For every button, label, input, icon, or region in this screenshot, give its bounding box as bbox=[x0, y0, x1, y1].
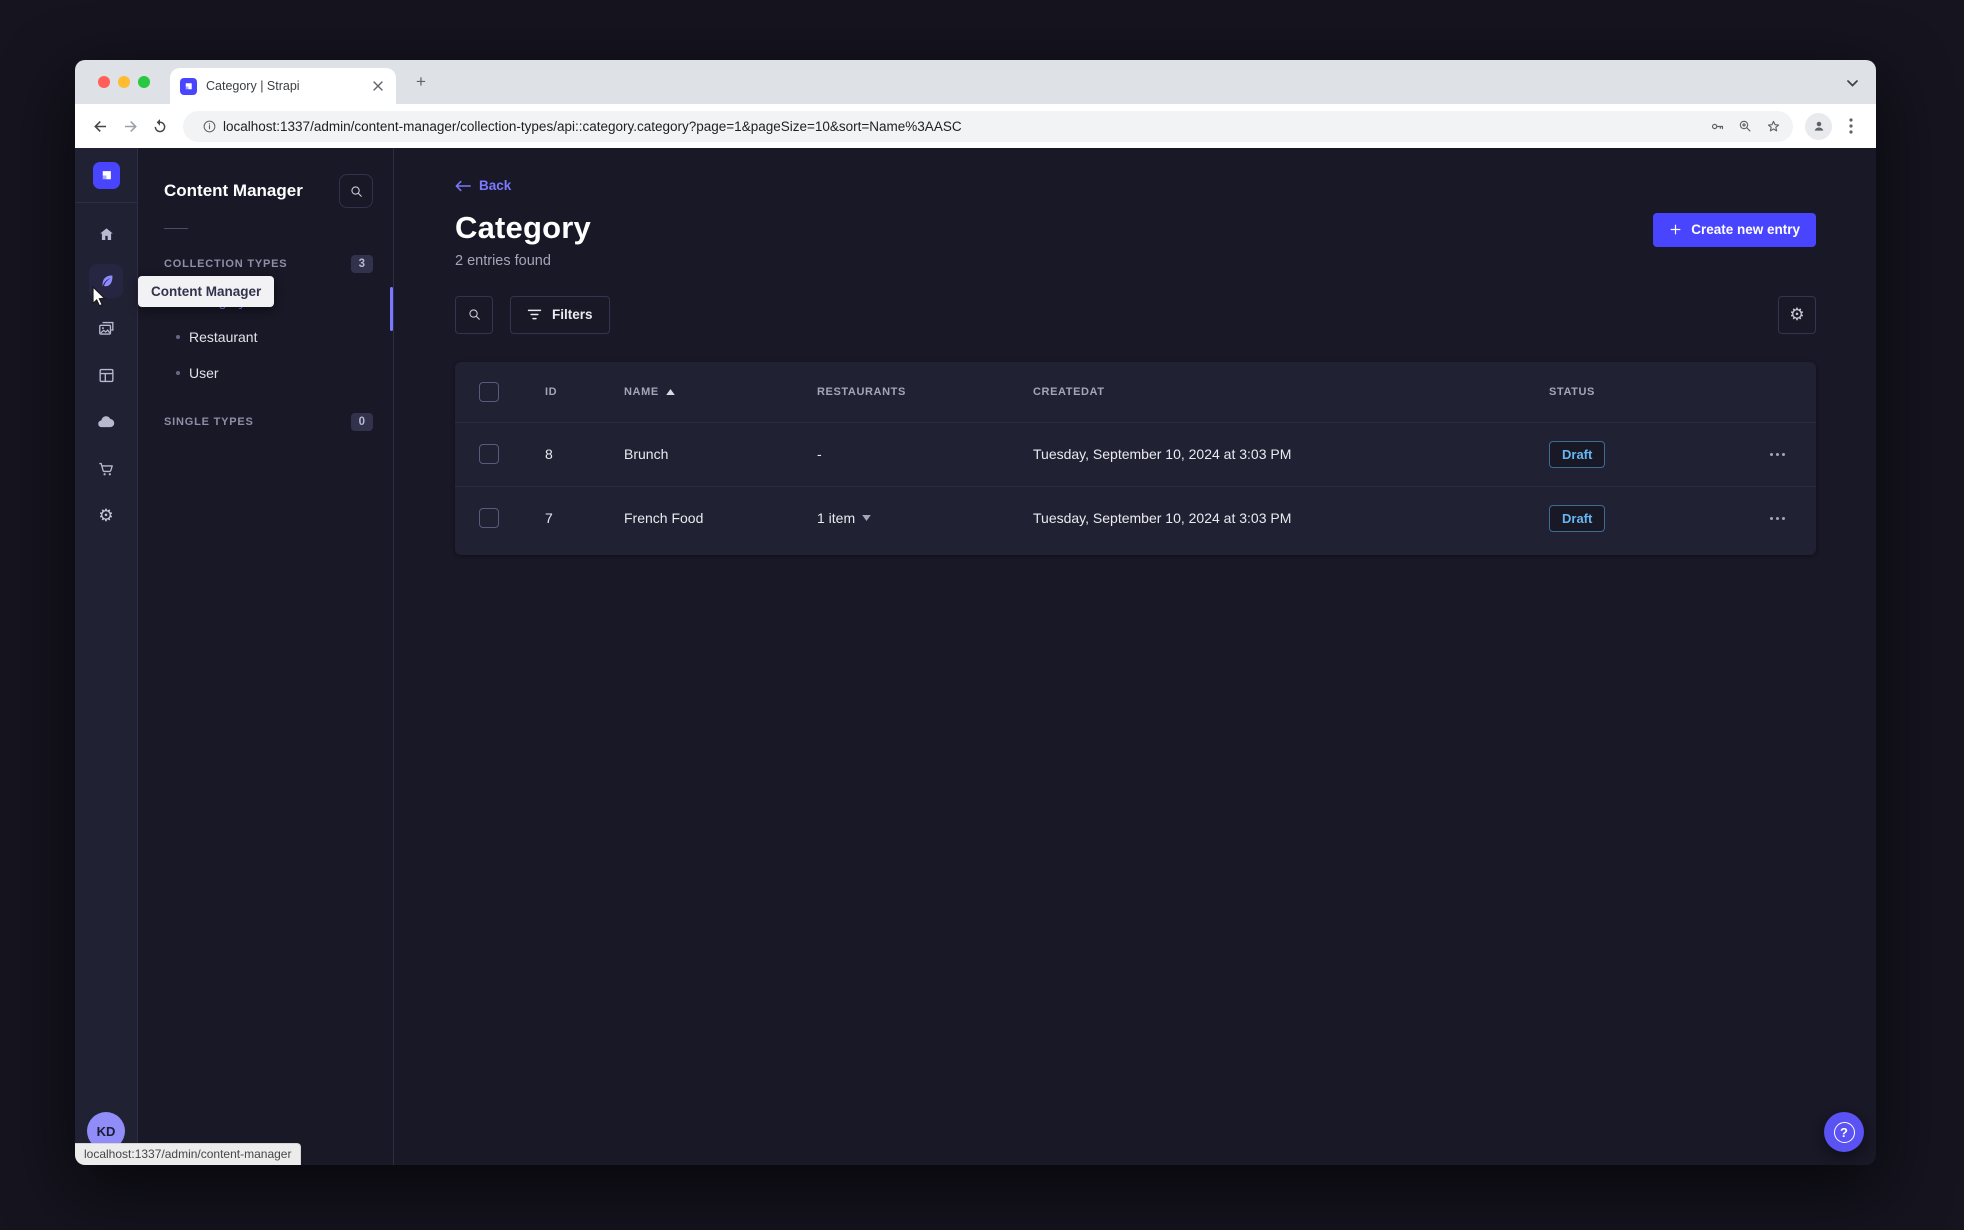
strapi-logo[interactable] bbox=[92, 162, 120, 189]
filters-label: Filters bbox=[552, 307, 593, 322]
table-header-row: ID NAME RESTAURANTS CREATEDAT STATUS bbox=[455, 362, 1816, 422]
subnav-item-user[interactable]: User bbox=[138, 355, 393, 391]
close-window-button[interactable] bbox=[98, 76, 110, 88]
filter-icon bbox=[527, 309, 542, 320]
subnav-search-button[interactable] bbox=[339, 174, 373, 208]
entries-table: ID NAME RESTAURANTS CREATEDAT STATUS 8 B… bbox=[455, 361, 1816, 555]
strapi-favicon bbox=[180, 77, 197, 95]
status-badge: Draft bbox=[1549, 440, 1606, 468]
tab-search-chevron-icon[interactable] bbox=[1842, 73, 1862, 93]
new-tab-button[interactable]: + bbox=[411, 72, 431, 92]
restaurants-dropdown[interactable]: 1 item bbox=[817, 510, 1033, 526]
back-nav-icon[interactable] bbox=[85, 111, 115, 141]
help-button[interactable]: ? bbox=[1824, 1112, 1864, 1152]
active-item-indicator bbox=[390, 287, 393, 331]
row-actions-menu[interactable] bbox=[1744, 516, 1816, 520]
create-new-entry-button[interactable]: Create new entry bbox=[1653, 212, 1816, 247]
page-title: Category bbox=[455, 209, 591, 245]
cell-name: Brunch bbox=[624, 446, 669, 462]
column-header-restaurants[interactable]: RESTAURANTS bbox=[817, 386, 1033, 398]
mouse-cursor bbox=[92, 286, 106, 307]
status-badge: Draft bbox=[1549, 504, 1606, 532]
marketplace-cart-icon[interactable] bbox=[89, 452, 123, 486]
single-types-label: SINGLE TYPES bbox=[164, 416, 254, 428]
zoom-page-icon[interactable] bbox=[1731, 112, 1759, 140]
home-icon[interactable] bbox=[89, 217, 123, 251]
single-types-count: 0 bbox=[350, 413, 373, 431]
subnav-divider bbox=[164, 228, 188, 229]
column-header-createdat[interactable]: CREATEDAT bbox=[1033, 386, 1549, 398]
cell-createdat: Tuesday, September 10, 2024 at 3:03 PM bbox=[1033, 446, 1292, 462]
bookmark-star-icon[interactable] bbox=[1759, 112, 1787, 140]
subnav-title: Content Manager bbox=[164, 181, 303, 200]
subnav-item-restaurant[interactable]: Restaurant bbox=[138, 319, 393, 355]
browser-window: Category | Strapi + localhost:1337/admin… bbox=[75, 60, 1876, 1165]
cell-createdat: Tuesday, September 10, 2024 at 3:03 PM bbox=[1033, 510, 1292, 526]
browser-profile-icon[interactable] bbox=[1805, 112, 1832, 140]
row-checkbox[interactable] bbox=[479, 444, 499, 464]
collection-types-label: COLLECTION TYPES bbox=[164, 258, 288, 270]
select-all-checkbox[interactable] bbox=[479, 381, 499, 402]
settings-gear-icon[interactable]: ⚙ bbox=[89, 499, 123, 533]
content-type-builder-icon[interactable] bbox=[89, 358, 123, 392]
browser-toolbar: localhost:1337/admin/content-manager/col… bbox=[75, 104, 1876, 148]
url-text[interactable]: localhost:1337/admin/content-manager/col… bbox=[223, 119, 1703, 134]
strapi-app: ⚙ KD Content Manager COLLECTION TYPES 3 … bbox=[75, 148, 1876, 1165]
row-checkbox[interactable] bbox=[479, 508, 499, 528]
chevron-down-icon bbox=[862, 515, 871, 521]
window-controls bbox=[98, 76, 150, 88]
main-content: Back Category 2 entries found Create new… bbox=[394, 148, 1876, 1165]
minimize-window-button[interactable] bbox=[118, 76, 130, 88]
collection-types-count: 3 bbox=[350, 255, 373, 273]
tab-strip: Category | Strapi + bbox=[75, 60, 1876, 104]
password-key-icon[interactable] bbox=[1703, 112, 1731, 140]
sort-asc-icon bbox=[666, 388, 675, 395]
column-header-status[interactable]: STATUS bbox=[1549, 386, 1744, 398]
question-mark-icon: ? bbox=[1833, 1121, 1855, 1143]
filters-button[interactable]: Filters bbox=[510, 295, 610, 334]
cell-id: 7 bbox=[545, 510, 553, 526]
cell-restaurants: - bbox=[817, 446, 822, 462]
media-library-icon[interactable] bbox=[89, 311, 123, 345]
tab-close-icon[interactable] bbox=[370, 78, 386, 94]
entries-count: 2 entries found bbox=[455, 252, 551, 269]
column-header-name[interactable]: NAME bbox=[624, 386, 817, 398]
browser-menu-icon[interactable] bbox=[1836, 111, 1866, 141]
site-info-icon[interactable] bbox=[195, 112, 223, 140]
cloud-icon[interactable] bbox=[89, 405, 123, 439]
back-link[interactable]: Back bbox=[455, 178, 511, 193]
view-settings-button[interactable]: ⚙ bbox=[1778, 295, 1816, 334]
cell-id: 8 bbox=[545, 446, 553, 462]
rail-divider bbox=[75, 202, 138, 203]
zoom-window-button[interactable] bbox=[138, 76, 150, 88]
tab-title: Category | Strapi bbox=[206, 79, 300, 93]
back-label: Back bbox=[479, 178, 512, 193]
search-entries-button[interactable] bbox=[455, 295, 493, 334]
cell-name: French Food bbox=[624, 510, 704, 526]
browser-tab[interactable]: Category | Strapi bbox=[170, 68, 396, 104]
cog-icon: ⚙ bbox=[1789, 304, 1805, 325]
address-bar[interactable]: localhost:1337/admin/content-manager/col… bbox=[183, 110, 1793, 142]
content-manager-tooltip: Content Manager bbox=[138, 276, 275, 307]
column-header-id[interactable]: ID bbox=[545, 386, 624, 398]
row-actions-menu[interactable] bbox=[1744, 452, 1816, 456]
link-status-bar: localhost:1337/admin/content-manager bbox=[75, 1143, 302, 1165]
forward-nav-icon[interactable] bbox=[115, 111, 145, 141]
reload-icon[interactable] bbox=[145, 111, 175, 141]
create-new-entry-label: Create new entry bbox=[1691, 222, 1800, 237]
table-row[interactable]: 7 French Food 1 item Tuesday, September … bbox=[455, 485, 1816, 550]
table-row[interactable]: 8 Brunch - Tuesday, September 10, 2024 a… bbox=[455, 421, 1816, 486]
